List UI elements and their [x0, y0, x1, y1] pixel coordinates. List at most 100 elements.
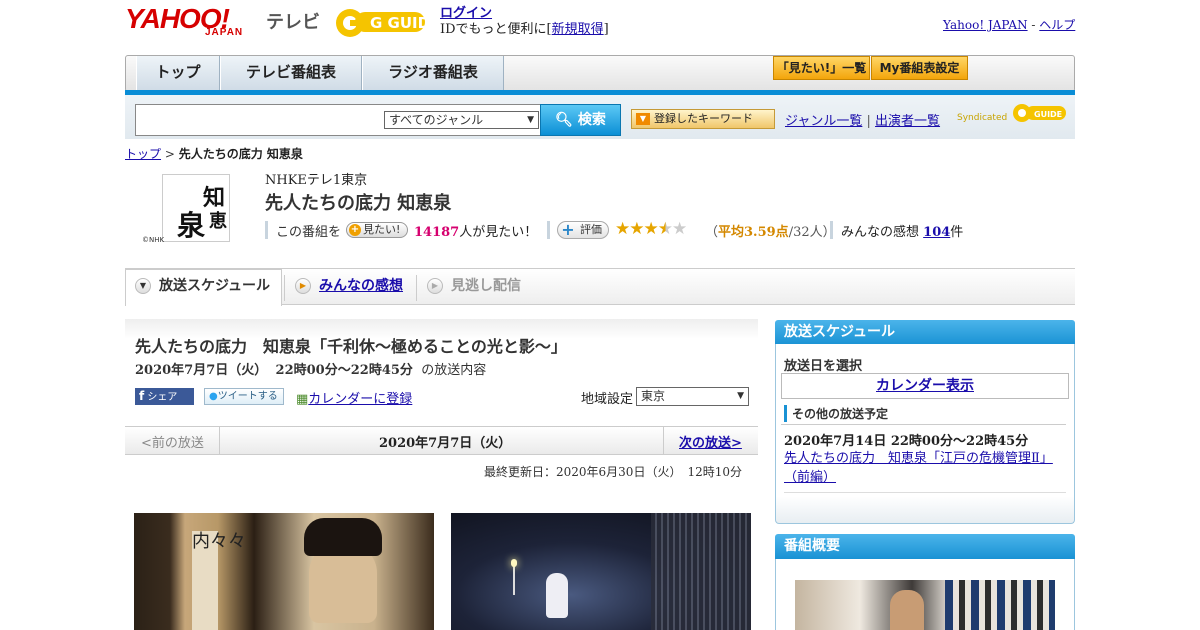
performer-list-link[interactable]: 出演者一覧: [875, 114, 940, 129]
subtab-kansou[interactable]: ▶ みんなの感想: [295, 270, 403, 304]
calendar-display-button[interactable]: カレンダー表示: [781, 373, 1069, 399]
facebook-share-button[interactable]: f シェア: [135, 388, 194, 405]
info-divider: [547, 221, 550, 239]
mitai-prefix: この番組を: [276, 225, 342, 240]
breadcrumb-separator: >: [164, 147, 175, 161]
pager-divider: [663, 427, 664, 454]
calendar-display-link[interactable]: カレンダー表示: [876, 378, 974, 394]
mitai-list-button[interactable]: 「見たい!」一覧: [773, 56, 870, 80]
divider: [784, 492, 1066, 493]
half-star-icon: ★: [657, 219, 673, 239]
breadcrumb-current: 先人たちの底力 知恵泉: [178, 147, 303, 161]
kansou-summary: みんなの感想 104件: [841, 221, 963, 240]
mitai-button[interactable]: + 見たい!: [346, 222, 408, 238]
login-promo-text: IDでもっと便利に[: [440, 22, 552, 37]
breadcrumb: トップ > 先人たちの底力 知恵泉: [125, 145, 303, 162]
login-block: ログイン IDでもっと便利に[新規取得]: [440, 6, 609, 38]
svg-text:恵: 恵: [209, 210, 227, 232]
registered-keyword-button[interactable]: ▼ 登録したキーワード: [631, 109, 775, 129]
star-icon: ★: [629, 219, 644, 239]
signup-link[interactable]: 新規取得: [552, 22, 604, 37]
chevron-right-icon: ▶: [295, 278, 311, 294]
subtab-divider: [284, 275, 285, 301]
episode-datetime: 2020年7月7日（火） 22時00分～22時45分 の放送内容: [135, 359, 486, 378]
my-schedule-settings-button[interactable]: My番組表設定: [871, 56, 968, 80]
episode-date: 2020年7月7日（火）: [135, 363, 268, 378]
tab-tv-schedule[interactable]: テレビ番組表: [220, 56, 362, 91]
plus-icon: +: [349, 224, 361, 236]
prev-episode: <前の放送: [141, 436, 204, 451]
select-date-label: 放送日を選択: [784, 359, 863, 374]
other-broadcasts-heading: その他の放送予定: [784, 405, 888, 422]
breadcrumb-top-link[interactable]: トップ: [125, 147, 161, 161]
mitai-count-suffix: 人が見たい！: [459, 225, 538, 240]
pager-current-date: 2020年7月7日（火）: [379, 436, 512, 451]
tweet-button[interactable]: ●ツイートする: [204, 388, 284, 405]
image-credit: ©NHK: [142, 236, 165, 244]
tab-top[interactable]: トップ: [136, 56, 220, 91]
subtab-schedule-label: 放送スケジュール: [159, 278, 271, 294]
mitai-count: 14187人が見たい！: [414, 221, 537, 240]
facebook-icon: f: [139, 389, 145, 403]
calligraphy-scroll: 内々々: [192, 531, 246, 630]
rate-button[interactable]: + 評価: [557, 221, 609, 239]
login-link[interactable]: ログイン: [440, 6, 492, 21]
episode-time: 22時00分～22時45分: [275, 363, 413, 378]
kansou-count-link[interactable]: 104: [923, 225, 950, 240]
info-divider: [830, 221, 833, 239]
calendar-register-link[interactable]: カレンダーに登録: [308, 392, 412, 407]
genre-select-value: すべてのジャンル: [389, 113, 484, 127]
syndicated-gguide-logo: GUIDE: [1012, 102, 1068, 124]
syndicated-label: Syndicated: [957, 113, 1008, 123]
episode-suffix: の放送内容: [421, 363, 487, 378]
registered-keyword-label: 登録したキーワード: [654, 112, 753, 125]
episode-photo-portrait[interactable]: 内々々: [134, 513, 434, 630]
lattice-window: [651, 513, 751, 630]
pager-divider: [219, 427, 220, 454]
program-image: 知 恵 泉: [162, 174, 230, 242]
rate-button-label: 評価: [580, 223, 602, 236]
tweet-button-label: ツイートする: [217, 391, 278, 402]
rating-average: 平均3.59点: [718, 225, 789, 240]
tv-label: テレビ: [266, 12, 320, 33]
help-link[interactable]: ヘルプ: [1039, 18, 1075, 32]
next-episode-link[interactable]: 次の放送>: [679, 432, 742, 451]
search-button[interactable]: 🔍︎ 検索: [540, 104, 621, 136]
login-promo-end: ]: [603, 22, 609, 37]
search-button-label: 検索: [577, 112, 606, 128]
mitai-count-number: 14187: [414, 225, 460, 240]
genre-select[interactable]: すべてのジャンル ▼: [384, 111, 539, 129]
header-link-separator: -: [1031, 18, 1036, 32]
subtab-kansou-label[interactable]: みんなの感想: [319, 278, 403, 294]
program-title: 先人たちの底力 知恵泉: [265, 193, 452, 214]
yahoo-japan-link[interactable]: Yahoo! JAPAN: [943, 18, 1028, 32]
subtab-missed: ▶ 見逃し配信: [427, 270, 521, 304]
star-icon: ★: [643, 219, 659, 239]
rating-stars: ★★★★★: [615, 219, 687, 239]
subtab-missed-label: 見逃し配信: [451, 278, 521, 294]
other-broadcast-link[interactable]: 先人たちの底力 知恵泉「江戸の危機管理Ⅱ」（前編）: [784, 449, 1064, 487]
info-divider: [265, 221, 268, 239]
genre-list-link[interactable]: ジャンル一覧: [785, 114, 862, 129]
link-divider: |: [866, 114, 871, 129]
subtab-schedule[interactable]: ▼ 放送スケジュール: [135, 270, 270, 304]
episode-photo-tea-room[interactable]: [451, 513, 751, 630]
gguide-logo[interactable]: G GUIDE: [333, 6, 440, 40]
tab-radio-schedule[interactable]: ラジオ番組表: [362, 56, 504, 91]
channel-name: NHKEテレ1東京: [265, 173, 368, 188]
sake-bottles: [945, 580, 1055, 630]
candle-flame: [511, 559, 517, 567]
dropdown-arrow-icon: ▼: [636, 113, 650, 125]
magnifier-icon: 🔍︎: [555, 112, 573, 128]
rating-count: /32人）: [788, 225, 836, 240]
rating-paren: （: [705, 225, 719, 240]
portrait-hat: [304, 518, 382, 556]
select-arrow-icon: ▼: [737, 391, 744, 401]
region-select[interactable]: 東京 ▼: [636, 387, 749, 406]
last-updated: 最終更新日：2020年6月30日（火） 12時10分: [484, 465, 742, 479]
select-arrow-icon: ▼: [527, 115, 534, 125]
calendar-register[interactable]: ▦カレンダーに登録: [296, 388, 412, 407]
header-links: Yahoo! JAPAN - ヘルプ: [943, 16, 1075, 33]
svg-text:泉: 泉: [177, 209, 206, 242]
chevron-right-icon: ▶: [427, 278, 443, 294]
